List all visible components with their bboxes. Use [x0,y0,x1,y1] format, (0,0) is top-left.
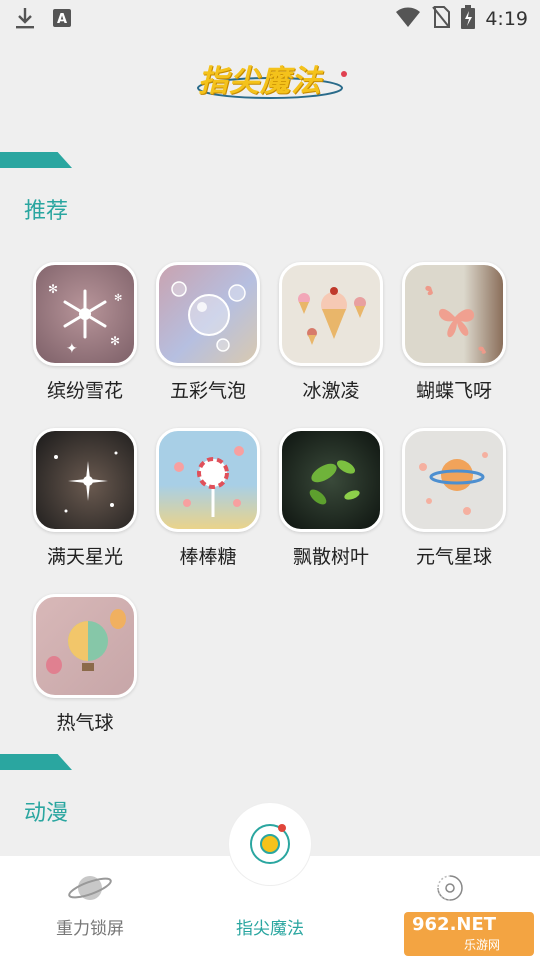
svg-text:✻: ✻ [110,334,120,348]
no-sim-icon [431,5,451,33]
effect-label: 热气球 [56,712,114,734]
site-watermark: 962.NET 乐游网 [404,912,534,956]
effect-tile[interactable]: ✻ ✻ ✦ ✻ 缤纷雪花 [30,262,140,403]
hot-air-balloon-thumb [33,594,137,698]
lollipop-thumb [156,428,260,532]
bubble-thumb [156,262,260,366]
snowflake-thumb: ✻ ✻ ✦ ✻ [33,262,137,366]
effect-tile[interactable]: 五彩气泡 [153,262,263,403]
orbit-icon [248,822,292,870]
galaxy-icon [430,870,470,910]
logo-text: 指尖魔法 [198,64,322,99]
butterfly-thumb [402,262,506,366]
watermark-main: 962.NET [412,914,497,935]
svg-text:✻: ✻ [48,282,58,296]
watermark-sub: 乐游网 [464,938,501,952]
fingertip-magic-button[interactable] [229,803,311,885]
effect-tile[interactable]: 冰激凌 [276,262,386,403]
effect-tile[interactable]: 满天星光 [30,428,140,569]
status-time: 4:19 [485,8,528,30]
svg-text:✦: ✦ [66,341,78,357]
effect-tile[interactable]: 飘散树叶 [276,428,386,569]
effect-label: 冰激凌 [302,380,360,402]
status-bar: A 4:19 [0,0,540,36]
effect-label: 飘散树叶 [292,546,369,568]
effect-tile[interactable]: 蝴蝶飞呀 [399,262,509,403]
svg-text:A: A [57,12,67,27]
effect-label: 蝴蝶飞呀 [415,380,492,402]
nav-label: 指尖魔法 [236,919,304,939]
planet-thumb [402,428,506,532]
svg-text:✻: ✻ [114,293,122,304]
section-title-recommended: 推荐 [24,199,69,224]
battery-icon [461,5,476,33]
starlight-thumb [33,428,137,532]
effect-label: 缤纷雪花 [46,380,123,402]
effect-tile[interactable]: 元气星球 [399,428,509,569]
effect-tile[interactable]: 热气球 [30,594,140,735]
section-marker [0,152,72,168]
effect-label: 元气星球 [415,546,492,568]
nav-label: 重力锁屏 [56,919,124,939]
text-a-icon: A [52,8,72,32]
effect-label: 五彩气泡 [169,380,246,402]
download-icon [14,6,36,34]
leaves-thumb [279,428,383,532]
effect-label: 满天星光 [46,546,123,568]
wifi-icon [395,6,421,32]
ice-cream-thumb [279,262,383,366]
section-title-anime: 动漫 [24,801,69,826]
planet-icon [66,870,114,910]
effect-label: 棒棒糖 [179,546,237,568]
section-marker [0,754,72,770]
effect-tile[interactable]: 棒棒糖 [153,428,263,569]
app-logo: 指尖魔法 [192,50,352,106]
nav-gravity-lock[interactable]: 重力锁屏 [0,856,180,960]
